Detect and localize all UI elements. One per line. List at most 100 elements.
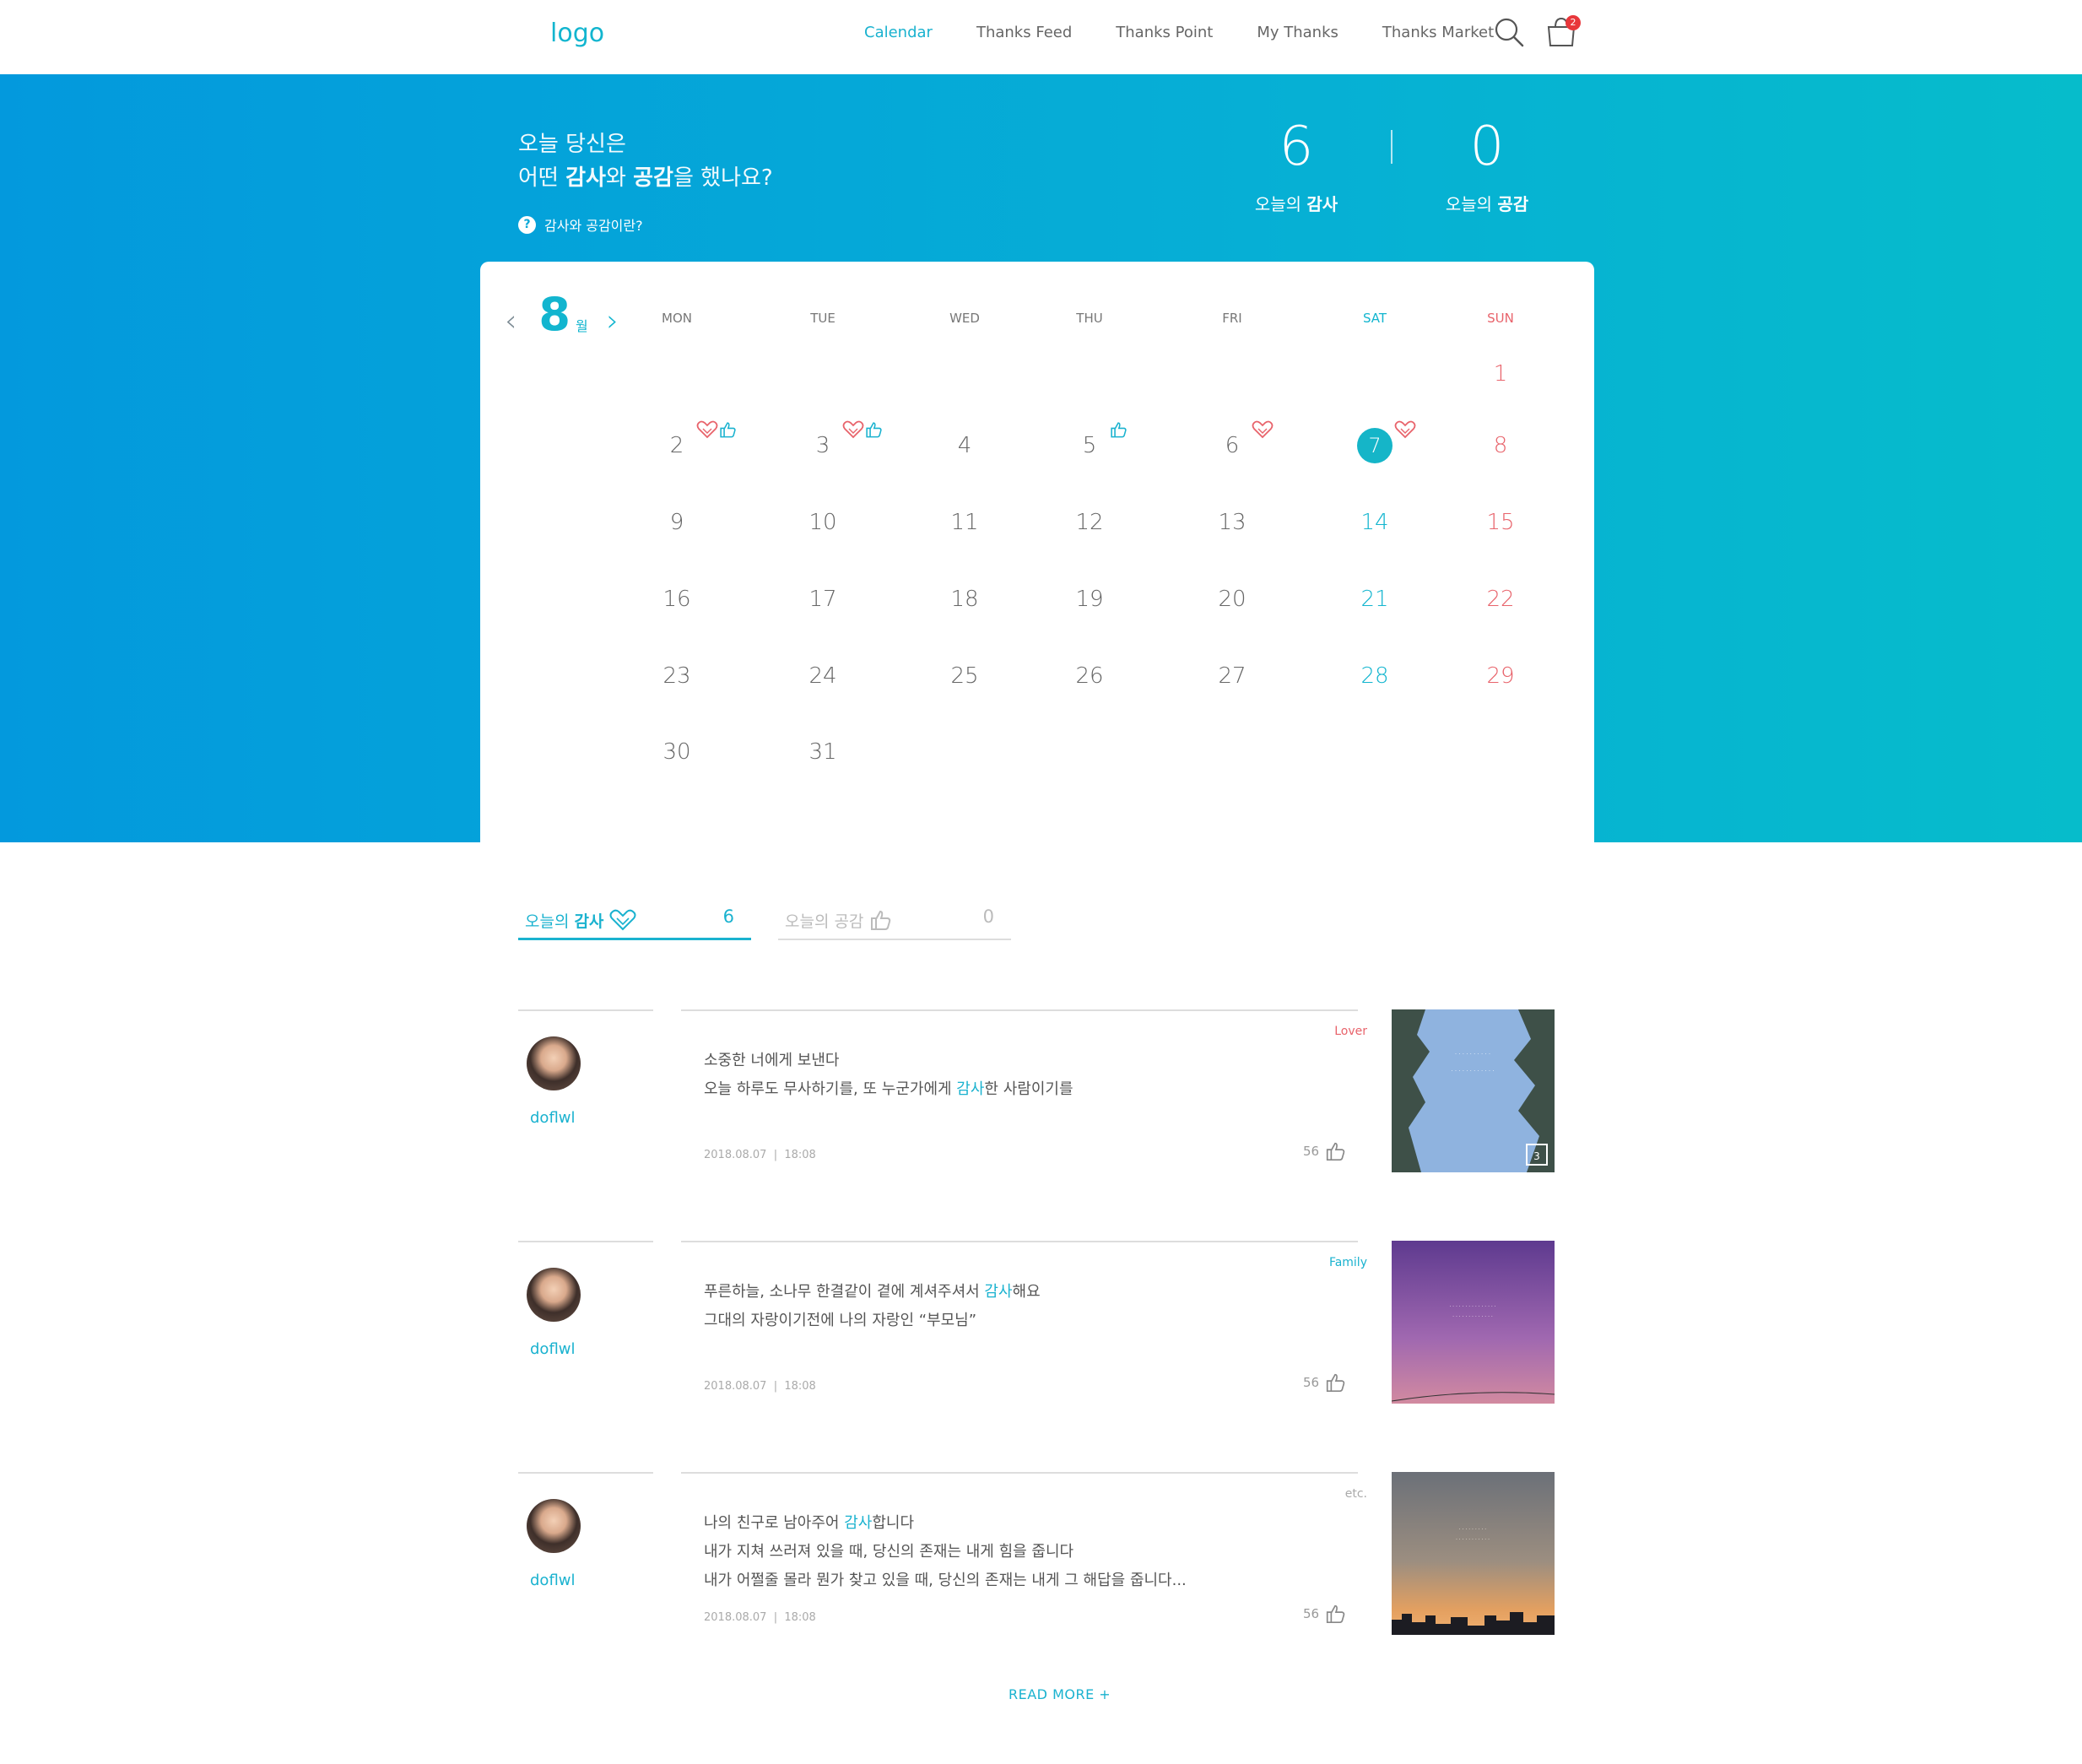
calendar-day[interactable]: 30	[662, 739, 690, 765]
avatar[interactable]	[527, 1036, 581, 1090]
svg-text:· · · · · · · · · · · · ·: · · · · · · · · · · · · ·	[1452, 1314, 1493, 1320]
calendar-day[interactable]: 2	[670, 433, 684, 458]
help-link[interactable]: ? 감사와 공감이란?	[518, 214, 643, 235]
nav-calendar[interactable]: Calendar	[864, 24, 933, 41]
heart-hands-icon	[1252, 420, 1274, 439]
post-text[interactable]: 나의 친구로 남아주어 감사합니다 내가 지쳐 쓰러져 있을 때, 당신의 존재…	[704, 1509, 1187, 1595]
calendar-day[interactable]: 21	[1360, 587, 1388, 612]
post-datetime: 2018.08.07 | 18:08	[704, 1380, 816, 1393]
thumbs-up-icon	[1109, 420, 1131, 439]
read-more-button[interactable]: READ MORE +	[1009, 1686, 1111, 1702]
calendar-day[interactable]: 12	[1075, 510, 1103, 535]
weekday-thu: THU	[1076, 311, 1103, 326]
nav-thanks-market[interactable]: Thanks Market	[1382, 24, 1494, 41]
avatar[interactable]	[527, 1268, 581, 1322]
username[interactable]: doflwl	[530, 1109, 576, 1127]
calendar-card	[480, 262, 1594, 844]
post-photo[interactable]: · · · · · · · · · · · · · · · · · · · ·	[1392, 1472, 1555, 1635]
calendar-day[interactable]: 19	[1075, 587, 1103, 612]
calendar-day[interactable]: 1	[1494, 361, 1508, 387]
calendar-day[interactable]: 27	[1218, 663, 1246, 689]
weekday-sat: SAT	[1362, 311, 1387, 326]
like-count: 56	[1303, 1144, 1320, 1159]
calendar-day[interactable]: 15	[1486, 510, 1514, 535]
calendar-day[interactable]: 29	[1486, 663, 1514, 689]
username[interactable]: doflwl	[530, 1572, 576, 1589]
calendar-day[interactable]: 22	[1486, 587, 1514, 612]
search-icon[interactable]	[1492, 15, 1526, 49]
tab-today-empathy[interactable]: 오늘의 공감 0	[778, 893, 1011, 940]
svg-text:· · · · · · · · · · · ·: · · · · · · · · · · · ·	[1451, 1068, 1494, 1074]
like-count: 56	[1303, 1606, 1320, 1621]
weekday-tue: TUE	[810, 311, 836, 326]
calendar-day[interactable]: 26	[1075, 663, 1103, 689]
nav-thanks-feed[interactable]: Thanks Feed	[976, 24, 1072, 41]
next-month-button[interactable]: ›	[607, 305, 619, 338]
avatar[interactable]	[527, 1499, 581, 1553]
calendar-day[interactable]: 31	[808, 739, 836, 765]
post-text[interactable]: 푸른하늘, 소나무 한결같이 곁에 계셔주셔서 감사해요 그대의 자랑이기전에 …	[704, 1278, 1041, 1335]
post-item: doflwl Family 푸른하늘, 소나무 한결같이 곁에 계셔주셔서 감사…	[518, 1241, 1556, 1405]
thumbs-up-icon	[871, 910, 891, 930]
calendar-day[interactable]: 11	[950, 510, 978, 535]
post-line: 그대의 자랑이기전에 나의 자랑인 “부모님”	[704, 1312, 977, 1329]
like-button[interactable]: 56	[1303, 1140, 1346, 1162]
nav-my-thanks[interactable]: My Thanks	[1257, 24, 1338, 41]
stat-divider	[1391, 130, 1393, 164]
post-text[interactable]: 소중한 너에게 보낸다 오늘 하루도 무사하기를, 또 누군가에게 감사한 사람…	[704, 1047, 1073, 1104]
calendar-day[interactable]: 18	[950, 587, 978, 612]
calendar-day[interactable]: 13	[1218, 510, 1246, 535]
calendar-day[interactable]: 14	[1360, 510, 1388, 535]
post-datetime: 2018.08.07 | 18:08	[704, 1611, 816, 1624]
post-line: 내가 지쳐 쓰러져 있을 때, 당신의 존재는 내게 힘을 줍니다	[704, 1543, 1074, 1561]
divider	[681, 1472, 1358, 1474]
svg-text:· · · · · · · · ·: · · · · · · · · ·	[1459, 1527, 1487, 1533]
today-empathy-count: 0	[1469, 116, 1505, 178]
calendar-day[interactable]: 6	[1225, 433, 1240, 458]
calendar-day-today[interactable]: 7	[1357, 428, 1393, 463]
tab-today-empathy-count: 0	[982, 906, 994, 927]
like-button[interactable]: 56	[1303, 1603, 1346, 1625]
divider	[518, 1241, 653, 1242]
calendar-day[interactable]: 9	[670, 510, 684, 535]
calendar-day[interactable]: 3	[816, 433, 830, 458]
post-photo[interactable]: · · · · · · · · · · · · · · · · · · · · …	[1392, 1241, 1555, 1404]
weekday-sun: SUN	[1487, 311, 1514, 326]
calendar-day[interactable]: 24	[808, 663, 836, 689]
prev-month-button[interactable]: ‹	[505, 305, 516, 338]
calendar-day[interactable]: 17	[808, 587, 836, 612]
calendar-day[interactable]: 10	[808, 510, 836, 535]
nav-thanks-point[interactable]: Thanks Point	[1116, 24, 1213, 41]
calendar-day[interactable]: 8	[1494, 433, 1508, 458]
post-line: 내가 어쩔줄 몰라 뭔가 찾고 있을 때, 당신의 존재는 내게 그 해답을 줍…	[704, 1572, 1187, 1589]
post-photo[interactable]: · · · · · · · · · · · · · · · · · · · · …	[1392, 1009, 1555, 1172]
today-thanks-stat: 6 오늘의 감사	[1254, 113, 1338, 215]
username[interactable]: doflwl	[530, 1340, 576, 1358]
calendar-day[interactable]: 5	[1083, 433, 1097, 458]
like-count: 56	[1303, 1375, 1320, 1390]
calendar-day[interactable]: 28	[1360, 663, 1388, 689]
heart-hands-icon	[696, 420, 718, 439]
like-button[interactable]: 56	[1303, 1372, 1346, 1393]
logo[interactable]: logo	[550, 19, 604, 48]
thumbs-up-icon	[864, 420, 886, 439]
calendar-day[interactable]: 23	[662, 663, 690, 689]
calendar-day[interactable]: 20	[1218, 587, 1246, 612]
calendar-day[interactable]: 4	[958, 433, 972, 458]
calendar-day[interactable]: 16	[662, 587, 690, 612]
tab-today-thanks[interactable]: 오늘의 감사 6	[518, 893, 751, 940]
post-datetime: 2018.08.07 | 18:08	[704, 1149, 816, 1161]
greeting-line1: 오늘 당신은	[518, 132, 626, 157]
sky-trees-photo: · · · · · · · · · · · · · · · · · · · · …	[1392, 1009, 1555, 1172]
today-empathy-stat: 0 오늘의 공감	[1445, 113, 1529, 215]
month-unit: 월	[575, 318, 588, 334]
divider	[518, 1009, 653, 1011]
post-item: doflwl Lover 소중한 너에게 보낸다 오늘 하루도 무사하기를, 또…	[518, 1009, 1556, 1174]
svg-text:· · · · · · · · · · · · · · ·: · · · · · · · · · · · · · · ·	[1449, 1304, 1495, 1310]
cart-badge: 2	[1566, 15, 1581, 30]
calendar-day[interactable]: 25	[950, 663, 978, 689]
today-thanks-count: 6	[1279, 116, 1314, 178]
thumbs-up-icon	[1326, 1604, 1345, 1624]
category-tag: Family	[1328, 1256, 1367, 1269]
greeting-line2: 어떤 감사와 공감을 했나요?	[518, 165, 773, 191]
